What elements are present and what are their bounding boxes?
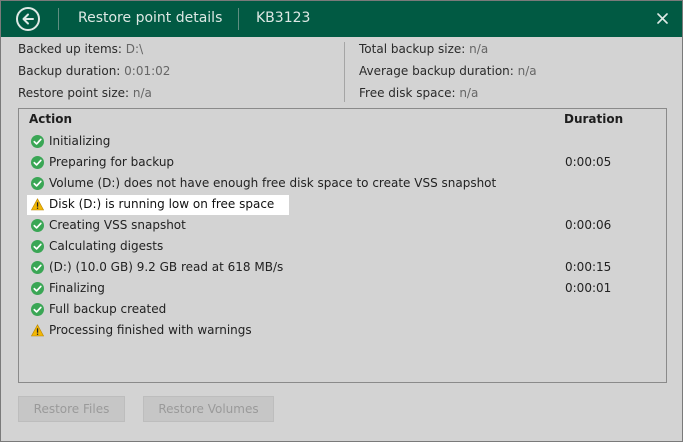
log-duration: 0:00:01 xyxy=(565,281,612,295)
success-icon xyxy=(31,177,44,190)
backup-duration-value: 0:01:02 xyxy=(124,64,171,78)
close-button[interactable] xyxy=(652,8,672,28)
average-backup-duration-value: n/a xyxy=(517,64,537,78)
free-disk-space-label: Free disk space: xyxy=(359,86,456,100)
close-icon xyxy=(656,12,668,24)
restore-point-size: Restore point size: n/a xyxy=(18,86,152,100)
total-backup-size-label: Total backup size: xyxy=(359,42,466,56)
success-icon xyxy=(31,240,44,253)
restore-files-button[interactable]: Restore Files xyxy=(18,396,125,422)
backup-info-panel: Backed up items: D:\ Backup duration: 0:… xyxy=(18,42,665,104)
warning-icon xyxy=(30,198,45,211)
backup-duration: Backup duration: 0:01:02 xyxy=(18,64,170,78)
log-message: Initializing xyxy=(49,134,111,148)
update-id: KB3123 xyxy=(256,10,311,26)
log-row[interactable]: Full backup created xyxy=(19,300,666,319)
restore-point-size-label: Restore point size: xyxy=(18,86,130,100)
log-row[interactable]: (D:) (10.0 GB) 9.2 GB read at 618 MB/s 0:… xyxy=(19,258,666,277)
log-message: Creating VSS snapshot xyxy=(49,218,186,232)
log-message: Processing finished with warnings xyxy=(49,323,252,337)
backed-up-items-label: Backed up items: xyxy=(18,42,122,56)
backed-up-items-value: D:\ xyxy=(125,42,144,56)
success-icon xyxy=(31,156,44,169)
log-message: Finalizing xyxy=(49,281,105,295)
success-icon xyxy=(31,282,44,295)
titlebar: Restore point details KB3123 xyxy=(1,1,682,37)
restore-volumes-button[interactable]: Restore Volumes xyxy=(143,396,274,422)
log-row[interactable]: Volume (D:) does not have enough free di… xyxy=(19,174,666,193)
success-icon xyxy=(31,219,44,232)
restore-point-size-value: n/a xyxy=(132,86,152,100)
log-message: Volume (D:) does not have enough free di… xyxy=(49,176,497,190)
titlebar-separator xyxy=(238,8,239,30)
success-icon xyxy=(31,135,44,148)
column-header-duration[interactable]: Duration xyxy=(564,112,623,126)
info-divider xyxy=(344,42,345,102)
success-icon xyxy=(31,303,44,316)
back-button[interactable] xyxy=(16,7,40,31)
log-duration: 0:00:06 xyxy=(565,218,612,232)
log-duration: 0:00:15 xyxy=(565,260,612,274)
log-row[interactable]: Preparing for backup 0:00:05 xyxy=(19,153,666,172)
action-log-list[interactable]: Action Duration Initializing Preparing fo… xyxy=(18,108,667,383)
log-message: Calculating digests xyxy=(49,239,164,253)
total-backup-size-value: n/a xyxy=(469,42,489,56)
log-message: (D:) (10.0 GB) 9.2 GB read at 618 MB/s xyxy=(49,260,284,274)
log-row[interactable]: Processing finished with warnings xyxy=(19,321,666,340)
total-backup-size: Total backup size: n/a xyxy=(359,42,488,56)
free-disk-space-value: n/a xyxy=(459,86,479,100)
log-row[interactable]: Finalizing 0:00:01 xyxy=(19,279,666,298)
log-message: Disk (D:) is running low on free space xyxy=(49,197,275,211)
log-row[interactable]: Creating VSS snapshot 0:00:06 xyxy=(19,216,666,235)
log-message: Preparing for backup xyxy=(49,155,175,169)
backed-up-items: Backed up items: D:\ xyxy=(18,42,143,56)
window-title: Restore point details xyxy=(78,10,223,26)
log-duration: 0:00:05 xyxy=(565,155,612,169)
log-row[interactable]: Disk (D:) is running low on free space xyxy=(19,195,666,215)
arrow-left-icon xyxy=(22,13,34,25)
log-row[interactable]: Initializing xyxy=(19,132,666,151)
average-backup-duration: Average backup duration: n/a xyxy=(359,64,537,78)
backup-duration-label: Backup duration: xyxy=(18,64,121,78)
warning-icon xyxy=(30,324,45,337)
log-message: Full backup created xyxy=(49,302,167,316)
free-disk-space: Free disk space: n/a xyxy=(359,86,478,100)
success-icon xyxy=(31,261,44,274)
column-header-action[interactable]: Action xyxy=(29,112,72,126)
restore-point-details-window: Restore point details KB3123 Backed up i… xyxy=(0,0,683,442)
titlebar-separator xyxy=(58,8,59,30)
log-row[interactable]: Calculating digests xyxy=(19,237,666,256)
average-backup-duration-label: Average backup duration: xyxy=(359,64,514,78)
